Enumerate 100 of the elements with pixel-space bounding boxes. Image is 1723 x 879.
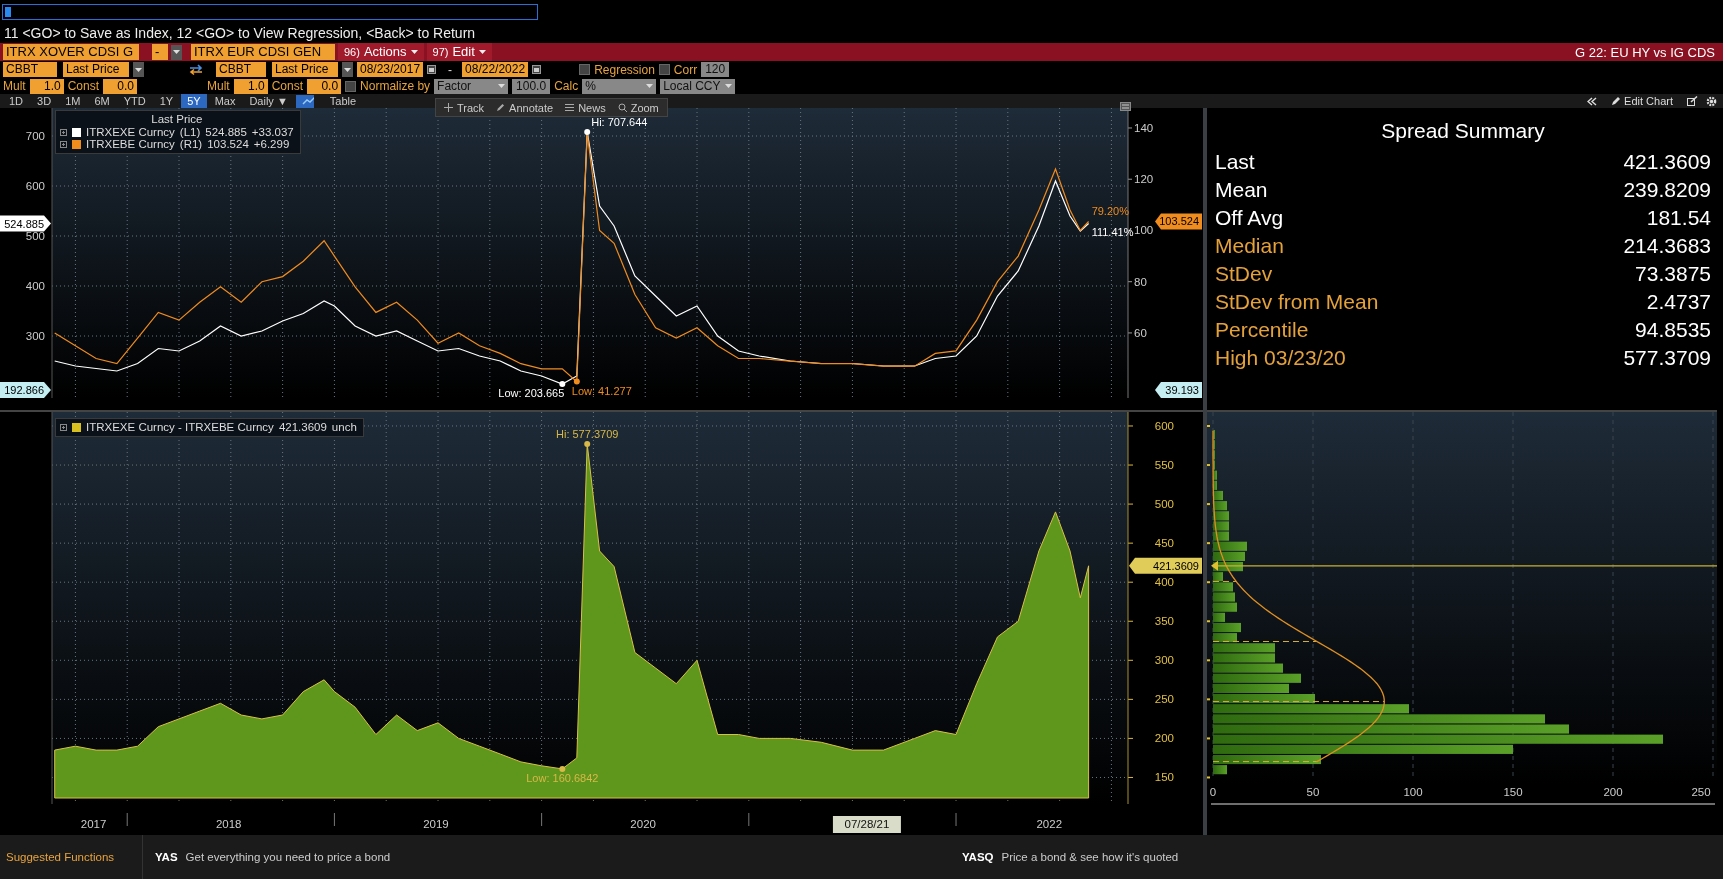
period-tab[interactable]: Max bbox=[208, 94, 242, 108]
low-label: Low: 160.6842 bbox=[526, 771, 599, 784]
legend-change: unch bbox=[331, 421, 357, 433]
calendar-icon[interactable] bbox=[427, 65, 437, 74]
currency-dropdown[interactable]: Local CCY bbox=[660, 78, 735, 94]
date-field[interactable]: 08/23/2017 bbox=[357, 62, 424, 77]
dropdown-button[interactable] bbox=[342, 62, 353, 77]
field-dropdown[interactable]: Last Price bbox=[63, 62, 129, 77]
method-dropdown[interactable]: Factor bbox=[434, 78, 509, 94]
histogram-bar bbox=[1213, 663, 1283, 673]
legend-series-name: ITRXEXE Curncy - ITRXEBE Curncy bbox=[86, 421, 274, 433]
stat-label: Last bbox=[1215, 149, 1255, 175]
axis-label: 250 bbox=[1691, 786, 1711, 798]
cursor-date-label: 07/28/21 bbox=[832, 816, 901, 833]
legend-value: 524.885 bbox=[205, 126, 247, 138]
hint-text: 11 <GO> to Save as Index, 12 <GO> to View Regression, <Back> to Return bbox=[3, 24, 477, 43]
value-flag: 192.866 bbox=[0, 382, 51, 398]
option-label: Regression bbox=[594, 62, 655, 77]
param-label: Const bbox=[67, 79, 100, 93]
dropdown-button[interactable] bbox=[133, 62, 144, 77]
axis-label: 200 bbox=[1603, 786, 1623, 798]
function-description[interactable]: Price a bond & see how it's quoted bbox=[1001, 851, 1179, 863]
param-label: Mult bbox=[207, 79, 230, 93]
caret-icon bbox=[724, 84, 732, 88]
const-field[interactable]: 0.0 bbox=[307, 78, 342, 94]
legend-value: 421.3609 bbox=[278, 421, 327, 433]
menu-button[interactable]: 96) Actions bbox=[338, 43, 424, 61]
mult-field[interactable]: 1.0 bbox=[233, 78, 268, 94]
mult-field[interactable]: 1.0 bbox=[29, 78, 64, 94]
caret-icon bbox=[646, 84, 654, 88]
tool-button[interactable]: News bbox=[565, 101, 606, 114]
param-label: Const bbox=[271, 79, 304, 93]
window-field[interactable]: 120 bbox=[701, 62, 730, 77]
screen-title: G 22: EU HY vs IG CDS bbox=[1575, 44, 1716, 60]
checkbox[interactable] bbox=[345, 80, 357, 92]
high-point bbox=[584, 440, 591, 447]
stat-label: High 03/23/20 bbox=[1215, 345, 1346, 371]
period-tab[interactable]: 1D bbox=[3, 94, 30, 108]
panel-toggle-icon[interactable] bbox=[1120, 102, 1131, 111]
swap-icon[interactable] bbox=[188, 63, 204, 76]
period-tab[interactable]: 1M bbox=[59, 94, 87, 108]
date-field[interactable]: 08/22/2022 bbox=[462, 62, 529, 77]
period-tab[interactable]: 3D bbox=[31, 94, 58, 108]
field-dropdown[interactable]: Last Price bbox=[272, 62, 338, 77]
value-flag: 421.3609 bbox=[1129, 557, 1202, 574]
command-field[interactable] bbox=[2, 4, 538, 20]
edit-chart-button[interactable]: Edit Chart bbox=[1599, 95, 1679, 107]
histogram-bar bbox=[1213, 551, 1245, 561]
settings-icon[interactable] bbox=[1706, 95, 1717, 107]
menu-button[interactable]: 97) Edit bbox=[426, 43, 492, 61]
axis-label: 2020 bbox=[630, 818, 656, 830]
checkbox[interactable] bbox=[658, 64, 670, 75]
expand-icon[interactable] bbox=[60, 423, 67, 431]
histogram-bar bbox=[1213, 521, 1229, 531]
function-code[interactable]: YASQ bbox=[962, 851, 994, 863]
expand-icon[interactable] bbox=[60, 140, 67, 148]
tool-button[interactable]: Annotate bbox=[496, 101, 554, 114]
axis-label: 150 bbox=[1503, 786, 1523, 798]
guide-line bbox=[1212, 580, 1237, 582]
factor-field[interactable]: 100.0 bbox=[512, 78, 551, 94]
collapse-icon[interactable] bbox=[1587, 96, 1598, 106]
operator-field[interactable]: - bbox=[152, 44, 168, 60]
const-field[interactable]: 0.0 bbox=[103, 78, 138, 94]
table-view-tab[interactable]: Table bbox=[323, 94, 363, 108]
source-field[interactable]: CBBT bbox=[216, 62, 266, 77]
period-tab[interactable]: YTD bbox=[117, 94, 152, 108]
frequency-dropdown[interactable]: Daily ▼ bbox=[243, 94, 294, 108]
tool-button[interactable]: Track bbox=[444, 101, 485, 114]
calendar-icon[interactable] bbox=[532, 65, 542, 74]
period-tab[interactable]: 5Y bbox=[181, 94, 207, 108]
dropdown-button[interactable] bbox=[171, 44, 182, 60]
list-icon bbox=[565, 103, 575, 112]
axis-label: 60 bbox=[1134, 326, 1147, 339]
expand-icon[interactable] bbox=[60, 128, 67, 136]
period-tab[interactable]: 6M bbox=[88, 94, 116, 108]
axis-label: 450 bbox=[1154, 537, 1174, 550]
low-point bbox=[573, 378, 580, 385]
legend-value: 103.524 bbox=[207, 138, 249, 150]
option-label: Corr bbox=[673, 62, 698, 77]
chart-view-button[interactable] bbox=[295, 94, 314, 108]
high-point bbox=[584, 129, 591, 135]
checkbox[interactable] bbox=[579, 64, 591, 75]
low-label: Low: 41.277 bbox=[571, 384, 632, 397]
axis-label: 0 bbox=[1209, 786, 1217, 798]
source-field[interactable]: CBBT bbox=[3, 62, 57, 77]
edit-box-icon[interactable] bbox=[1687, 96, 1698, 106]
low-point bbox=[559, 381, 566, 387]
stat-label: StDev bbox=[1215, 261, 1273, 287]
tool-button[interactable]: Zoom bbox=[617, 101, 659, 114]
function-code[interactable]: YAS bbox=[155, 851, 178, 863]
period-tab[interactable]: 1Y bbox=[153, 94, 180, 108]
summary-title: Spread Summary bbox=[1380, 118, 1546, 144]
stat-label: StDev from Mean bbox=[1215, 289, 1379, 315]
security-field[interactable]: ITRX EUR CDSI GEN bbox=[191, 44, 335, 60]
calc-dropdown[interactable]: % bbox=[582, 78, 657, 94]
security-field[interactable]: ITRX XOVER CDSI G bbox=[3, 44, 139, 60]
axis-label: 500 bbox=[1154, 498, 1174, 511]
axis-label: 80 bbox=[1134, 275, 1147, 288]
crosshair-icon bbox=[444, 103, 453, 112]
function-description[interactable]: Get everything you need to price a bond bbox=[185, 851, 391, 863]
